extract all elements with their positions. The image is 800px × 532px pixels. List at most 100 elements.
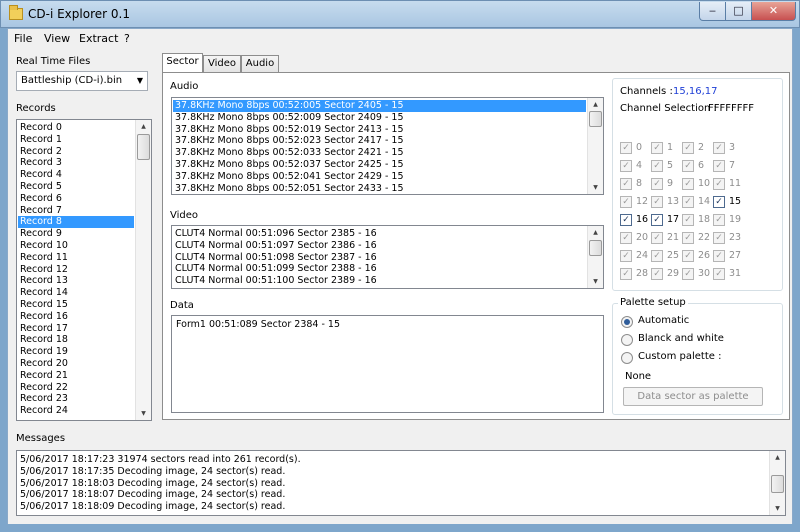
list-item[interactable]: Record 17 — [18, 323, 134, 335]
list-item[interactable]: CLUT4 Normal 00:51:099 Sector 2388 - 16 — [173, 263, 586, 275]
scroll-down-icon[interactable]: ▼ — [588, 181, 603, 194]
data-sector-as-palette-button[interactable]: Data sector as palette — [623, 387, 763, 406]
channel-checkbox[interactable]: ✓ 15 — [713, 195, 751, 209]
tab-audio[interactable]: Audio — [241, 55, 279, 73]
scroll-down-icon[interactable]: ▼ — [770, 502, 785, 515]
list-item[interactable]: CLUT4 Normal 00:51:098 Sector 2387 - 16 — [173, 252, 586, 264]
menu-extract[interactable]: Extract — [79, 32, 118, 45]
message-line[interactable]: 5/06/2017 18:18:09 Decoding image, 24 se… — [18, 501, 768, 513]
scroll-thumb[interactable] — [589, 240, 602, 256]
list-item[interactable]: Record 7 — [18, 205, 134, 217]
channel-checkbox[interactable]: ✓ 3 — [713, 141, 751, 155]
list-item[interactable]: Record 10 — [18, 240, 134, 252]
scroll-down-icon[interactable]: ▼ — [588, 275, 603, 288]
list-item[interactable]: Record 5 — [18, 181, 134, 193]
channel-checkbox-label: 6 — [698, 160, 705, 171]
radio-black-and-white[interactable]: Blanck and white — [621, 333, 741, 347]
channel-checkbox-label: 18 — [698, 214, 711, 225]
list-item[interactable]: Record 11 — [18, 252, 134, 264]
close-button[interactable]: ✕ — [751, 2, 796, 21]
list-item[interactable]: Record 18 — [18, 334, 134, 346]
menu-file[interactable]: File — [14, 32, 32, 45]
list-item[interactable]: CLUT4 Normal 00:51:097 Sector 2386 - 16 — [173, 240, 586, 252]
list-item[interactable]: Record 20 — [18, 358, 134, 370]
list-item[interactable]: Record 16 — [18, 311, 134, 323]
audio-scrollbar[interactable]: ▲ ▼ — [587, 98, 603, 194]
list-item[interactable]: Record 22 — [18, 382, 134, 394]
menu-help[interactable]: ? — [124, 32, 130, 45]
video-scrollbar[interactable]: ▲ ▼ — [587, 226, 603, 288]
channel-checkbox-label: 10 — [698, 178, 711, 189]
list-item[interactable]: 37.8KHz Mono 8bps 00:52:051 Sector 2433 … — [173, 183, 586, 194]
list-item[interactable]: Record 21 — [18, 370, 134, 382]
scroll-thumb[interactable] — [589, 111, 602, 127]
channel-checkbox[interactable]: ✓ 31 — [713, 267, 751, 281]
message-line[interactable]: 5/06/2017 18:18:07 Decoding image, 24 se… — [18, 489, 768, 501]
list-item[interactable]: 37.8KHz Mono 8bps 00:52:023 Sector 2417 … — [173, 135, 586, 147]
title-bar[interactable]: CD-i Explorer 0.1 ‒ □ ✕ — [0, 0, 800, 28]
channel-checkbox[interactable]: ✓ 23 — [713, 231, 751, 245]
list-item[interactable]: Record 12 — [18, 264, 134, 276]
list-item[interactable]: 37.8KHz Mono 8bps 00:52:037 Sector 2425 … — [173, 159, 586, 171]
list-item[interactable]: Record 14 — [18, 287, 134, 299]
list-item[interactable]: 37.8KHz Mono 8bps 00:52:041 Sector 2429 … — [173, 171, 586, 183]
list-item[interactable]: Record 9 — [18, 228, 134, 240]
list-item[interactable]: 37.8KHz Mono 8bps 00:52:019 Sector 2413 … — [173, 124, 586, 136]
records-scrollbar[interactable]: ▲ ▼ — [135, 120, 151, 420]
scroll-up-icon[interactable]: ▲ — [588, 98, 603, 111]
tab-video[interactable]: Video — [203, 55, 241, 73]
list-item[interactable]: Record 15 — [18, 299, 134, 311]
radio-automatic[interactable]: Automatic — [621, 315, 721, 329]
data-list[interactable]: Form1 00:51:089 Sector 2384 - 15 — [171, 315, 604, 413]
list-item[interactable]: Record 1 — [18, 134, 134, 146]
channels-group: Channels : 15,16,17 Channel Selection : … — [612, 78, 783, 291]
scroll-thumb[interactable] — [771, 475, 784, 493]
checkmark-icon: ✓ — [682, 268, 694, 280]
list-item[interactable]: Record 8 — [18, 216, 134, 229]
file-combobox[interactable]: Battleship (CD-i).bin ▼ — [16, 71, 148, 91]
list-item[interactable]: 37.8KHz Mono 8bps 00:52:009 Sector 2409 … — [173, 112, 586, 124]
list-item[interactable]: Record 23 — [18, 393, 134, 405]
channel-checkbox[interactable]: ✓ 19 — [713, 213, 751, 227]
messages-scrollbar[interactable]: ▲ ▼ — [769, 451, 785, 515]
list-item[interactable]: Record 19 — [18, 346, 134, 358]
list-item[interactable]: Record 24 — [18, 405, 134, 417]
channels-label: Channels : — [620, 86, 673, 97]
minimize-button[interactable]: ‒ — [699, 2, 726, 21]
audio-list[interactable]: 37.8KHz Mono 8bps 00:52:005 Sector 2405 … — [171, 97, 604, 195]
custom-palette-value: None — [625, 371, 652, 382]
checkmark-icon: ✓ — [682, 196, 694, 208]
list-item[interactable]: Record 6 — [18, 193, 134, 205]
menu-view[interactable]: View — [44, 32, 70, 45]
channel-checkbox[interactable]: ✓ 11 — [713, 177, 751, 191]
message-line[interactable]: 5/06/2017 18:17:23 31974 sectors read in… — [18, 454, 768, 466]
list-item[interactable]: Form1 00:51:089 Sector 2384 - 15 — [174, 319, 600, 331]
list-item[interactable]: CLUT4 Normal 00:51:096 Sector 2385 - 16 — [173, 228, 586, 240]
tab-sector[interactable]: Sector — [162, 53, 203, 73]
list-item[interactable]: Record 4 — [18, 169, 134, 181]
channel-checkbox[interactable]: ✓ 27 — [713, 249, 751, 263]
list-item[interactable]: 37.8KHz Mono 8bps 00:52:033 Sector 2421 … — [173, 147, 586, 159]
scroll-up-icon[interactable]: ▲ — [588, 226, 603, 239]
scroll-up-icon[interactable]: ▲ — [770, 451, 785, 464]
maximize-button[interactable]: □ — [725, 2, 752, 21]
scroll-up-icon[interactable]: ▲ — [136, 120, 151, 133]
list-item[interactable]: CLUT4 Normal 00:51:100 Sector 2389 - 16 — [173, 275, 586, 287]
list-item[interactable]: Record 13 — [18, 275, 134, 287]
list-item[interactable]: Record 3 — [18, 157, 134, 169]
channel-checkbox[interactable]: ✓ 7 — [713, 159, 751, 173]
video-list[interactable]: CLUT4 Normal 00:51:096 Sector 2385 - 16 C… — [171, 225, 604, 289]
message-line[interactable]: 5/06/2017 18:17:35 Decoding image, 24 se… — [18, 466, 768, 478]
messages-log[interactable]: 5/06/2017 18:17:23 31974 sectors read in… — [16, 450, 786, 516]
scroll-down-icon[interactable]: ▼ — [136, 407, 151, 420]
channel-checkbox-label: 7 — [729, 160, 736, 171]
audio-rows: 37.8KHz Mono 8bps 00:52:005 Sector 2405 … — [173, 100, 586, 194]
checkmark-icon: ✓ — [713, 232, 725, 244]
records-list[interactable]: Record 0 Record 1 Record 2 Record 3 Record 4… — [16, 119, 152, 421]
list-item[interactable]: 37.8KHz Mono 8bps 00:52:005 Sector 2405 … — [173, 100, 586, 112]
list-item[interactable]: Record 2 — [18, 146, 134, 158]
radio-custom-palette[interactable]: Custom palette : — [621, 351, 741, 365]
scroll-thumb[interactable] — [137, 134, 150, 160]
list-item[interactable]: Record 0 — [18, 122, 134, 134]
message-line[interactable]: 5/06/2017 18:18:03 Decoding image, 24 se… — [18, 478, 768, 490]
